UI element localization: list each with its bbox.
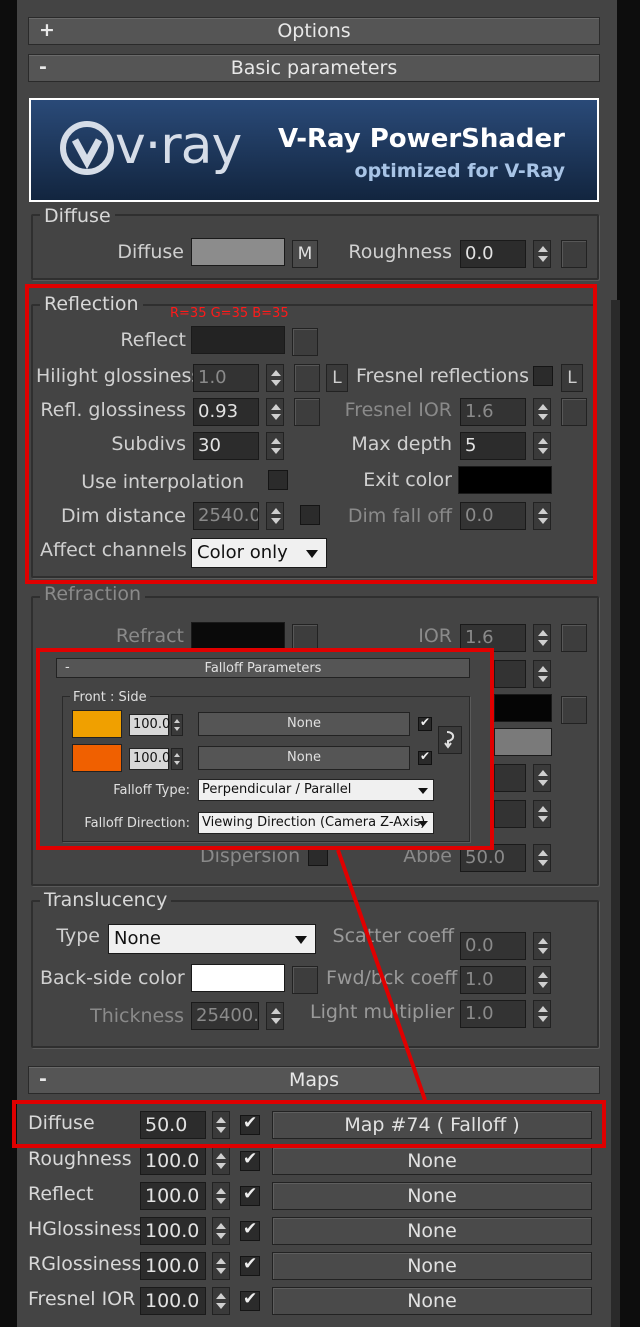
annotation-connector-line bbox=[336, 849, 427, 1101]
scrollbar[interactable] bbox=[611, 300, 620, 1327]
